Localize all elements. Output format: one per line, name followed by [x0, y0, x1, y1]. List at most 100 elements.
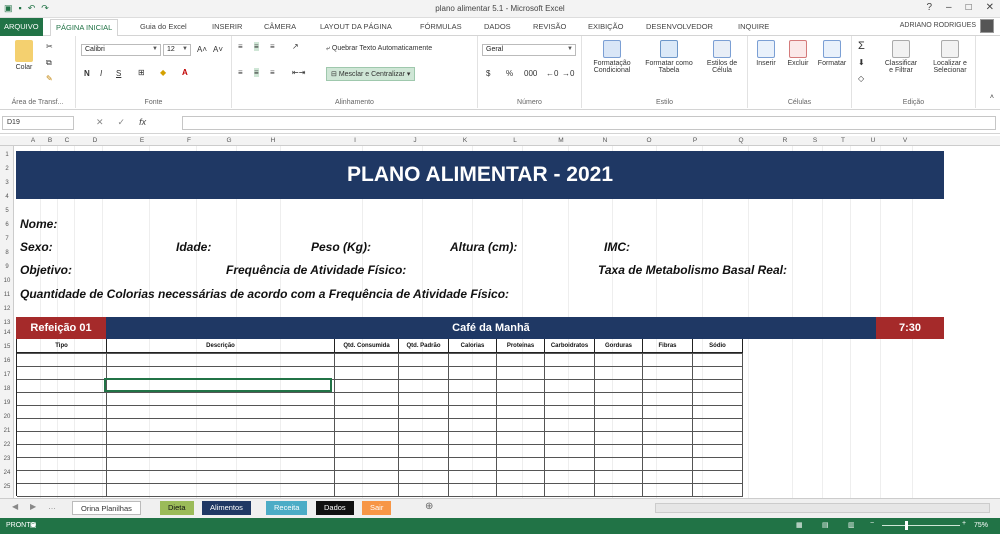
- tab-camera[interactable]: CÂMERA: [264, 22, 296, 31]
- align-bottom-icon[interactable]: ≡: [270, 42, 275, 51]
- copy-icon[interactable]: ⧉: [46, 58, 52, 68]
- insert-button[interactable]: Inserir: [750, 40, 782, 67]
- row-header[interactable]: 11: [0, 292, 14, 298]
- sheet-tab[interactable]: Receita: [266, 501, 308, 515]
- format-button[interactable]: Formatar: [814, 40, 850, 67]
- decrease-decimal-icon[interactable]: →0: [562, 69, 574, 78]
- table-row[interactable]: [17, 483, 743, 484]
- cell-styles-button[interactable]: Estilos de Célula: [700, 40, 744, 74]
- tab-inquire[interactable]: INQUIRE: [738, 22, 769, 31]
- row-header[interactable]: 22: [0, 442, 14, 448]
- add-sheet-icon[interactable]: ⊕: [425, 501, 433, 512]
- thousands-icon[interactable]: 000: [524, 69, 537, 78]
- insert-function-icon[interactable]: fx: [139, 117, 146, 128]
- column-header[interactable]: M: [556, 137, 566, 144]
- font-name-select[interactable]: Calibri ▼: [81, 44, 161, 56]
- column-header[interactable]: L: [510, 137, 520, 144]
- italic-icon[interactable]: I: [100, 69, 102, 78]
- row-header[interactable]: 20: [0, 414, 14, 420]
- tab-dados[interactable]: DADOS: [484, 22, 511, 31]
- number-format-select[interactable]: Geral ▼: [482, 44, 576, 56]
- sheet-tab[interactable]: Dados: [316, 501, 354, 515]
- paste-button[interactable]: Colar: [8, 40, 40, 71]
- orientation-icon[interactable]: ↗: [292, 42, 299, 51]
- underline-icon[interactable]: S: [116, 69, 121, 78]
- align-right-icon[interactable]: ≡: [270, 68, 275, 77]
- row-header[interactable]: 12: [0, 306, 14, 312]
- avatar[interactable]: [980, 19, 994, 33]
- page-layout-icon[interactable]: ▤: [822, 521, 829, 529]
- table-row[interactable]: [17, 353, 743, 354]
- currency-icon[interactable]: $: [486, 69, 490, 78]
- sheet-tab[interactable]: Orina Planilhas: [72, 501, 141, 515]
- more-sheets-icon[interactable]: …: [48, 502, 56, 511]
- sheet-tab[interactable]: Alimentos: [202, 501, 251, 515]
- zoom-in-icon[interactable]: +: [962, 520, 966, 527]
- percent-icon[interactable]: %: [506, 69, 513, 78]
- sheet-tab[interactable]: Dieta: [160, 501, 194, 515]
- prev-sheet-icon[interactable]: ◀: [12, 502, 18, 511]
- column-header[interactable]: H: [268, 137, 278, 144]
- column-header[interactable]: V: [900, 137, 910, 144]
- row-header[interactable]: 24: [0, 470, 14, 476]
- column-header[interactable]: N: [600, 137, 610, 144]
- confirm-icon[interactable]: ✓: [118, 117, 126, 128]
- row-header[interactable]: 1: [0, 152, 14, 158]
- table-row[interactable]: [17, 431, 743, 432]
- font-size-select[interactable]: 12 ▼: [163, 44, 191, 56]
- name-box[interactable]: D19: [2, 116, 74, 130]
- format-painter-icon[interactable]: ✎: [46, 74, 53, 83]
- minimize-icon[interactable]: –: [946, 2, 952, 13]
- fill-icon[interactable]: ⬇: [858, 58, 865, 67]
- user-name[interactable]: ADRIANO RODRIGUES: [900, 22, 976, 29]
- tab-exibicao[interactable]: EXIBIÇÃO: [588, 22, 623, 31]
- zoom-level[interactable]: 75%: [974, 522, 988, 529]
- tab-layout[interactable]: LAYOUT DA PÁGINA: [320, 22, 392, 31]
- align-middle-icon[interactable]: ≡: [254, 42, 259, 51]
- row-header[interactable]: 2: [0, 166, 14, 172]
- horizontal-scrollbar[interactable]: [655, 503, 990, 513]
- row-header[interactable]: 23: [0, 456, 14, 462]
- increase-font-icon[interactable]: A˄: [197, 45, 207, 54]
- decrease-font-icon[interactable]: A˅: [213, 45, 223, 54]
- column-header[interactable]: U: [868, 137, 878, 144]
- delete-button[interactable]: Excluir: [782, 40, 814, 67]
- collapse-ribbon-icon[interactable]: ˄: [990, 94, 994, 101]
- column-header[interactable]: A: [28, 137, 38, 144]
- row-header[interactable]: 25: [0, 484, 14, 490]
- maximize-icon[interactable]: □: [966, 2, 972, 13]
- indent-icon[interactable]: ⇤⇥: [292, 68, 305, 77]
- find-select-button[interactable]: Localizar e Selecionar: [926, 40, 974, 74]
- row-header[interactable]: 3: [0, 180, 14, 186]
- cancel-icon[interactable]: ✕: [96, 117, 104, 128]
- row-header[interactable]: 15: [0, 344, 14, 350]
- align-top-icon[interactable]: ≡: [238, 42, 243, 51]
- row-header[interactable]: 10: [0, 278, 14, 284]
- help-icon[interactable]: ?: [926, 2, 932, 13]
- row-header[interactable]: 18: [0, 386, 14, 392]
- merge-center-button[interactable]: ⊟ Mesclar e Centralizar ▾: [326, 67, 416, 81]
- sort-filter-button[interactable]: Classificar e Filtrar: [878, 40, 924, 74]
- font-color-icon[interactable]: A: [182, 68, 188, 77]
- conditional-format-button[interactable]: Formatação Condicional: [586, 40, 638, 74]
- increase-decimal-icon[interactable]: ←0: [546, 69, 558, 78]
- column-header[interactable]: T: [838, 137, 848, 144]
- fill-color-icon[interactable]: ◆: [160, 68, 166, 77]
- column-header[interactable]: R: [780, 137, 790, 144]
- column-header[interactable]: J: [410, 137, 420, 144]
- row-header[interactable]: 9: [0, 264, 14, 270]
- table-row[interactable]: [17, 457, 743, 458]
- cut-icon[interactable]: ✂: [46, 42, 53, 51]
- column-header[interactable]: P: [690, 137, 700, 144]
- borders-icon[interactable]: ⊞: [138, 68, 145, 77]
- table-row[interactable]: [17, 366, 743, 367]
- next-sheet-icon[interactable]: ▶: [30, 502, 36, 511]
- tab-inserir[interactable]: INSERIR: [212, 22, 242, 31]
- row-header[interactable]: 4: [0, 194, 14, 200]
- close-icon[interactable]: ✕: [986, 2, 994, 13]
- column-header[interactable]: K: [460, 137, 470, 144]
- row-header[interactable]: 19: [0, 400, 14, 406]
- row-header[interactable]: 14: [0, 330, 14, 336]
- table-row[interactable]: [17, 470, 743, 471]
- row-header[interactable]: 21: [0, 428, 14, 434]
